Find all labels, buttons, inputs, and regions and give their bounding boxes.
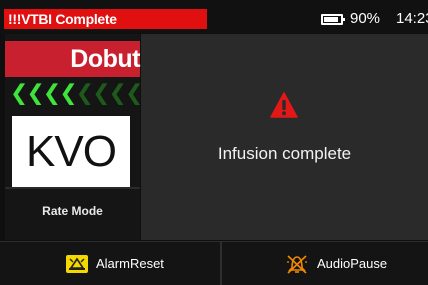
alarm-reset-button[interactable]: AlarmReset — [66, 242, 196, 285]
clock: 14:23 — [396, 10, 428, 27]
pump-screen: !!!VTBI Complete 90% 14:23 Dobut ❮❮❮❮❮❮❮… — [0, 0, 428, 285]
flow-chevron-icon: ❮ — [92, 83, 111, 105]
drug-name: Dobut — [70, 45, 140, 73]
flow-chevron-icon: ❮ — [42, 83, 62, 105]
flow-chevron-icon: ❮ — [59, 83, 78, 105]
audio-pause-button[interactable]: AudioPause — [285, 242, 415, 285]
audio-pause-icon — [285, 253, 309, 275]
alarm-message-panel: Infusion complete — [141, 34, 428, 240]
rate-display: KVO — [12, 116, 130, 187]
alarm-message: Infusion complete — [217, 144, 352, 163]
status-bar: !!!VTBI Complete 90% 14:23 — [0, 0, 428, 33]
infusion-status-panel[interactable]: Dobut ❮ ❮ ❮ ❮ ❮ ❮ ❮ ❮ KVO Rate Mode — [5, 34, 140, 240]
alarm-reset-label: AlarmReset — [96, 256, 164, 271]
drug-header: Dobut — [5, 41, 140, 77]
battery-icon — [321, 14, 345, 25]
flow-chevron-icon: ❮ — [75, 83, 95, 105]
alarm-reset-icon — [66, 254, 88, 273]
divider — [5, 187, 140, 189]
rate-mode-label: Rate Mode — [42, 204, 103, 218]
alarm-banner[interactable]: !!!VTBI Complete — [4, 9, 207, 29]
flow-chevron-icon: ❮ — [125, 83, 140, 105]
divider — [220, 242, 222, 285]
audio-pause-label: AudioPause — [317, 256, 388, 271]
warning-icon — [270, 92, 298, 118]
flow-indicator: ❮ ❮ ❮ ❮ ❮ ❮ ❮ ❮ — [10, 83, 140, 105]
flow-chevron-icon: ❮ — [108, 83, 128, 105]
flow-chevron-icon: ❮ — [10, 83, 29, 105]
battery-percent: 90% — [350, 10, 381, 27]
flow-chevron-icon: ❮ — [26, 83, 45, 105]
